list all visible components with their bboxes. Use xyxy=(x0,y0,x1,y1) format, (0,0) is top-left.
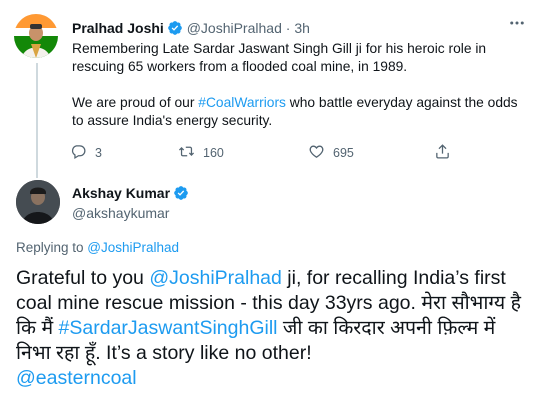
tweet-timestamp[interactable]: 3h xyxy=(294,20,310,36)
reply-icon xyxy=(70,143,95,163)
akshay-kumar-avatar[interactable] xyxy=(16,180,60,224)
replying-to-label: Replying to xyxy=(16,240,88,255)
like-icon xyxy=(308,143,333,163)
share-icon xyxy=(434,143,459,163)
replying-to-link[interactable]: @JoshiPralhad xyxy=(87,240,179,255)
verified-badge-icon xyxy=(173,185,189,205)
retweet-count: 160 xyxy=(203,146,224,160)
mention-link[interactable]: @JoshiPralhad xyxy=(149,267,282,289)
tweet-text-segment: Grateful to you xyxy=(16,267,150,289)
pralhad-joshi-avatar[interactable] xyxy=(14,14,58,58)
reply-count: 3 xyxy=(95,146,102,160)
reply-button[interactable]: 3 xyxy=(70,143,102,163)
tweet-text-segment: We are proud of our xyxy=(72,95,199,110)
replying-to-line: Replying to @JoshiPralhad xyxy=(16,239,179,257)
more-icon[interactable] xyxy=(508,14,526,37)
parent-author-name[interactable]: Pralhad Joshi xyxy=(72,20,164,36)
parent-author-handle[interactable]: @JoshiPralhad xyxy=(187,20,282,36)
parent-tweet[interactable]: Pralhad Joshi @JoshiPralhad · 3h Remembe… xyxy=(0,0,538,178)
main-author-name-row: Akshay Kumar xyxy=(72,184,189,205)
hashtag-link[interactable]: #CoalWarriors xyxy=(198,95,286,110)
like-button[interactable]: 695 xyxy=(308,143,354,163)
retweet-icon xyxy=(178,143,203,163)
hashtag-link[interactable]: #SardarJaswantSinghGill xyxy=(59,317,278,339)
thread-connector-line xyxy=(36,63,38,178)
tweet-text-line: Remembering Late Sardar Jaswant Singh Gi… xyxy=(72,41,487,74)
verified-badge-icon xyxy=(167,20,183,40)
retweet-button[interactable]: 160 xyxy=(178,143,224,163)
like-count: 695 xyxy=(333,146,354,160)
main-tweet-text: Grateful to you @JoshiPralhad ji, for re… xyxy=(16,266,531,391)
share-button[interactable] xyxy=(434,143,459,163)
parent-tweet-text: Remembering Late Sardar Jaswant Singh Gi… xyxy=(72,40,526,130)
main-author-handle[interactable]: @akshaykumar xyxy=(72,204,169,222)
tweet-action-bar: 3 160 695 xyxy=(70,143,470,161)
mention-link[interactable]: @easterncoal xyxy=(16,367,137,389)
separator-dot: · xyxy=(285,20,291,36)
parent-tweet-header: Pralhad Joshi @JoshiPralhad · 3h xyxy=(72,19,310,40)
main-author-name[interactable]: Akshay Kumar xyxy=(72,185,170,201)
tweet-text-line: We are proud of our #CoalWarriors who ba… xyxy=(72,94,526,130)
